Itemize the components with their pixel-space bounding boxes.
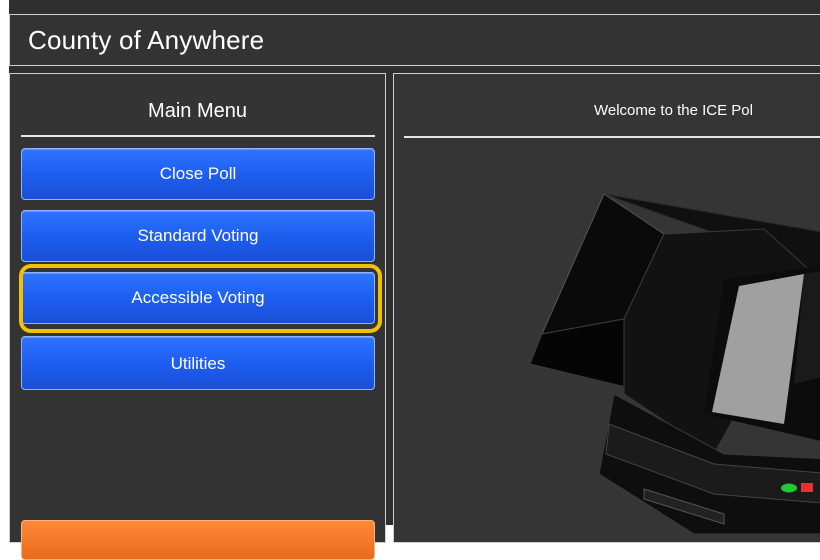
- welcome-message: Welcome to the ICE Pol: [594, 102, 753, 119]
- close-poll-button[interactable]: Close Poll: [21, 148, 375, 200]
- selection-highlight: [19, 264, 382, 333]
- accessible-voting-highlight-wrap: [19, 264, 382, 333]
- standard-voting-button[interactable]: Standard Voting: [21, 210, 375, 262]
- welcome-divider: [404, 136, 820, 138]
- green-indicator: [781, 483, 797, 493]
- voting-machine-image: [529, 193, 820, 534]
- red-indicator: [801, 483, 813, 492]
- app-header: County of Anywhere: [9, 14, 820, 66]
- main-menu-title: Main Menu: [148, 100, 247, 122]
- menu-divider: [21, 135, 375, 137]
- utilities-button[interactable]: Utilities: [21, 336, 375, 390]
- orange-action-button[interactable]: [21, 520, 375, 560]
- main-menu-panel: Main Menu Close Poll Standard Voting Acc…: [9, 73, 386, 560]
- county-title: County of Anywhere: [28, 25, 265, 55]
- welcome-panel: Welcome to the ICE Pol: [393, 73, 820, 543]
